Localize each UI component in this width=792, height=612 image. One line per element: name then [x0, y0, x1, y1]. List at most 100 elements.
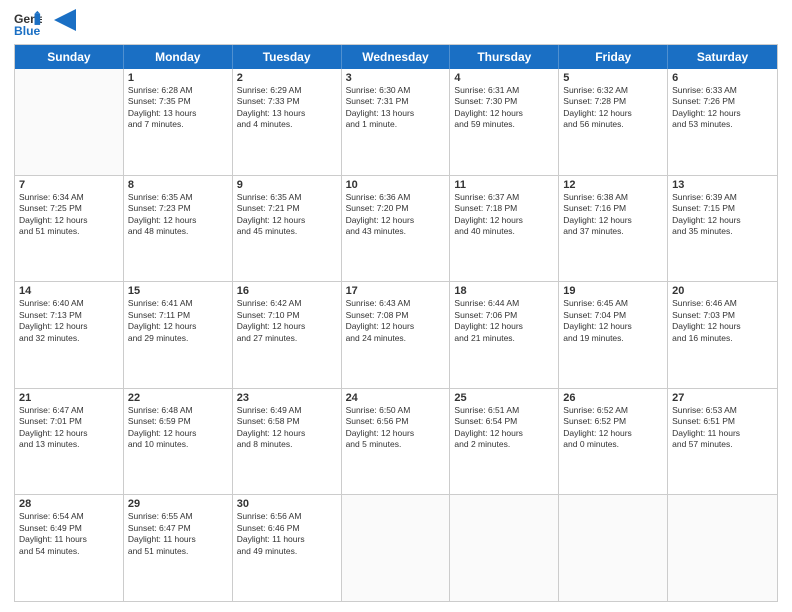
day-cell-26: 26Sunrise: 6:52 AM Sunset: 6:52 PM Dayli… [559, 389, 668, 495]
day-number: 10 [346, 179, 446, 191]
day-number: 30 [237, 498, 337, 510]
calendar-week-1: 1Sunrise: 6:28 AM Sunset: 7:35 PM Daylig… [15, 69, 777, 176]
logo: General Blue [14, 10, 76, 38]
day-number: 2 [237, 72, 337, 84]
day-number: 7 [19, 179, 119, 191]
day-number: 27 [672, 392, 773, 404]
day-cell-17: 17Sunrise: 6:43 AM Sunset: 7:08 PM Dayli… [342, 282, 451, 388]
day-header-sunday: Sunday [15, 45, 124, 69]
day-number: 29 [128, 498, 228, 510]
page-container: General Blue SundayMondayTuesdayWednesda… [0, 0, 792, 612]
day-info: Sunrise: 6:49 AM Sunset: 6:58 PM Dayligh… [237, 405, 337, 451]
day-info: Sunrise: 6:45 AM Sunset: 7:04 PM Dayligh… [563, 298, 663, 344]
day-number: 26 [563, 392, 663, 404]
day-cell-20: 20Sunrise: 6:46 AM Sunset: 7:03 PM Dayli… [668, 282, 777, 388]
day-info: Sunrise: 6:34 AM Sunset: 7:25 PM Dayligh… [19, 192, 119, 238]
day-cell-11: 11Sunrise: 6:37 AM Sunset: 7:18 PM Dayli… [450, 176, 559, 282]
day-header-thursday: Thursday [450, 45, 559, 69]
empty-cell [342, 495, 451, 601]
day-info: Sunrise: 6:28 AM Sunset: 7:35 PM Dayligh… [128, 85, 228, 131]
day-info: Sunrise: 6:46 AM Sunset: 7:03 PM Dayligh… [672, 298, 773, 344]
day-cell-24: 24Sunrise: 6:50 AM Sunset: 6:56 PM Dayli… [342, 389, 451, 495]
day-info: Sunrise: 6:30 AM Sunset: 7:31 PM Dayligh… [346, 85, 446, 131]
day-cell-28: 28Sunrise: 6:54 AM Sunset: 6:49 PM Dayli… [15, 495, 124, 601]
day-cell-15: 15Sunrise: 6:41 AM Sunset: 7:11 PM Dayli… [124, 282, 233, 388]
day-info: Sunrise: 6:41 AM Sunset: 7:11 PM Dayligh… [128, 298, 228, 344]
day-header-wednesday: Wednesday [342, 45, 451, 69]
day-info: Sunrise: 6:37 AM Sunset: 7:18 PM Dayligh… [454, 192, 554, 238]
day-number: 14 [19, 285, 119, 297]
day-cell-6: 6Sunrise: 6:33 AM Sunset: 7:26 PM Daylig… [668, 69, 777, 175]
day-cell-22: 22Sunrise: 6:48 AM Sunset: 6:59 PM Dayli… [124, 389, 233, 495]
day-info: Sunrise: 6:35 AM Sunset: 7:23 PM Dayligh… [128, 192, 228, 238]
empty-cell [15, 69, 124, 175]
calendar-week-2: 7Sunrise: 6:34 AM Sunset: 7:25 PM Daylig… [15, 176, 777, 283]
day-info: Sunrise: 6:47 AM Sunset: 7:01 PM Dayligh… [19, 405, 119, 451]
day-cell-14: 14Sunrise: 6:40 AM Sunset: 7:13 PM Dayli… [15, 282, 124, 388]
day-cell-2: 2Sunrise: 6:29 AM Sunset: 7:33 PM Daylig… [233, 69, 342, 175]
day-cell-7: 7Sunrise: 6:34 AM Sunset: 7:25 PM Daylig… [15, 176, 124, 282]
day-header-monday: Monday [124, 45, 233, 69]
calendar-week-4: 21Sunrise: 6:47 AM Sunset: 7:01 PM Dayli… [15, 389, 777, 496]
day-number: 15 [128, 285, 228, 297]
day-number: 6 [672, 72, 773, 84]
day-info: Sunrise: 6:31 AM Sunset: 7:30 PM Dayligh… [454, 85, 554, 131]
day-info: Sunrise: 6:51 AM Sunset: 6:54 PM Dayligh… [454, 405, 554, 451]
day-number: 3 [346, 72, 446, 84]
day-number: 24 [346, 392, 446, 404]
day-cell-13: 13Sunrise: 6:39 AM Sunset: 7:15 PM Dayli… [668, 176, 777, 282]
day-number: 20 [672, 285, 773, 297]
day-number: 9 [237, 179, 337, 191]
day-number: 4 [454, 72, 554, 84]
day-number: 16 [237, 285, 337, 297]
day-info: Sunrise: 6:42 AM Sunset: 7:10 PM Dayligh… [237, 298, 337, 344]
day-number: 25 [454, 392, 554, 404]
day-info: Sunrise: 6:50 AM Sunset: 6:56 PM Dayligh… [346, 405, 446, 451]
calendar-week-3: 14Sunrise: 6:40 AM Sunset: 7:13 PM Dayli… [15, 282, 777, 389]
day-cell-12: 12Sunrise: 6:38 AM Sunset: 7:16 PM Dayli… [559, 176, 668, 282]
day-header-saturday: Saturday [668, 45, 777, 69]
day-cell-29: 29Sunrise: 6:55 AM Sunset: 6:47 PM Dayli… [124, 495, 233, 601]
day-info: Sunrise: 6:40 AM Sunset: 7:13 PM Dayligh… [19, 298, 119, 344]
day-number: 23 [237, 392, 337, 404]
empty-cell [559, 495, 668, 601]
day-cell-8: 8Sunrise: 6:35 AM Sunset: 7:23 PM Daylig… [124, 176, 233, 282]
day-info: Sunrise: 6:33 AM Sunset: 7:26 PM Dayligh… [672, 85, 773, 131]
day-info: Sunrise: 6:32 AM Sunset: 7:28 PM Dayligh… [563, 85, 663, 131]
day-number: 18 [454, 285, 554, 297]
day-cell-18: 18Sunrise: 6:44 AM Sunset: 7:06 PM Dayli… [450, 282, 559, 388]
svg-text:Blue: Blue [14, 24, 41, 38]
day-cell-3: 3Sunrise: 6:30 AM Sunset: 7:31 PM Daylig… [342, 69, 451, 175]
day-cell-9: 9Sunrise: 6:35 AM Sunset: 7:21 PM Daylig… [233, 176, 342, 282]
day-cell-5: 5Sunrise: 6:32 AM Sunset: 7:28 PM Daylig… [559, 69, 668, 175]
calendar-header: SundayMondayTuesdayWednesdayThursdayFrid… [15, 45, 777, 69]
day-cell-30: 30Sunrise: 6:56 AM Sunset: 6:46 PM Dayli… [233, 495, 342, 601]
day-number: 19 [563, 285, 663, 297]
day-cell-16: 16Sunrise: 6:42 AM Sunset: 7:10 PM Dayli… [233, 282, 342, 388]
day-number: 1 [128, 72, 228, 84]
day-number: 13 [672, 179, 773, 191]
logo-arrow-icon [54, 9, 76, 31]
day-info: Sunrise: 6:36 AM Sunset: 7:20 PM Dayligh… [346, 192, 446, 238]
day-number: 5 [563, 72, 663, 84]
day-number: 17 [346, 285, 446, 297]
calendar-week-5: 28Sunrise: 6:54 AM Sunset: 6:49 PM Dayli… [15, 495, 777, 601]
day-info: Sunrise: 6:53 AM Sunset: 6:51 PM Dayligh… [672, 405, 773, 451]
day-info: Sunrise: 6:55 AM Sunset: 6:47 PM Dayligh… [128, 511, 228, 557]
empty-cell [450, 495, 559, 601]
day-info: Sunrise: 6:56 AM Sunset: 6:46 PM Dayligh… [237, 511, 337, 557]
logo-icon: General Blue [14, 10, 42, 38]
day-header-friday: Friday [559, 45, 668, 69]
day-info: Sunrise: 6:29 AM Sunset: 7:33 PM Dayligh… [237, 85, 337, 131]
day-info: Sunrise: 6:44 AM Sunset: 7:06 PM Dayligh… [454, 298, 554, 344]
calendar: SundayMondayTuesdayWednesdayThursdayFrid… [14, 44, 778, 602]
empty-cell [668, 495, 777, 601]
day-info: Sunrise: 6:39 AM Sunset: 7:15 PM Dayligh… [672, 192, 773, 238]
day-info: Sunrise: 6:54 AM Sunset: 6:49 PM Dayligh… [19, 511, 119, 557]
day-number: 8 [128, 179, 228, 191]
day-header-tuesday: Tuesday [233, 45, 342, 69]
day-cell-4: 4Sunrise: 6:31 AM Sunset: 7:30 PM Daylig… [450, 69, 559, 175]
day-cell-1: 1Sunrise: 6:28 AM Sunset: 7:35 PM Daylig… [124, 69, 233, 175]
day-number: 28 [19, 498, 119, 510]
day-info: Sunrise: 6:48 AM Sunset: 6:59 PM Dayligh… [128, 405, 228, 451]
